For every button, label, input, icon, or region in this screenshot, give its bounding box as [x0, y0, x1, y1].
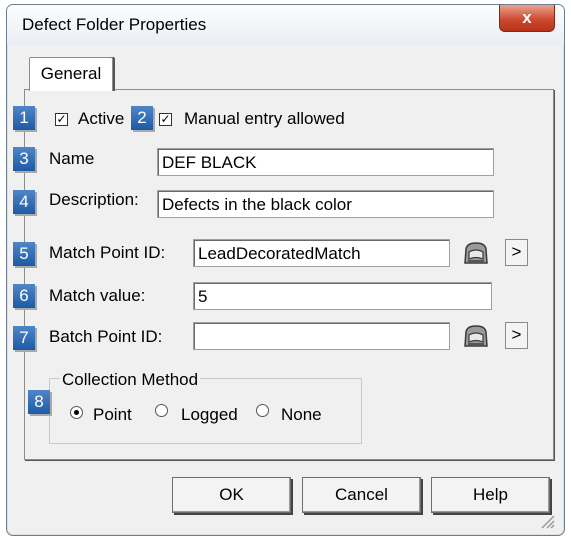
- tab-general[interactable]: General: [29, 57, 113, 91]
- manual-entry-label: Manual entry allowed: [184, 109, 345, 128]
- window-title: Defect Folder Properties: [22, 15, 207, 34]
- name-label: Name: [49, 149, 95, 168]
- badge-5: 5: [13, 242, 35, 266]
- help-button[interactable]: Help: [431, 477, 550, 513]
- collection-method-title: Collection Method: [60, 370, 201, 390]
- badge-7: 7: [13, 326, 35, 350]
- close-icon: x: [522, 8, 532, 27]
- cancel-button[interactable]: Cancel: [302, 477, 421, 513]
- ok-button[interactable]: OK: [172, 477, 291, 513]
- radio-none[interactable]: [256, 404, 269, 417]
- radio-point-label: Point: [93, 405, 132, 424]
- description-field[interactable]: Defects in the black color: [157, 190, 494, 218]
- active-checkbox[interactable]: ✓: [55, 113, 68, 126]
- manual-entry-checkbox[interactable]: ✓: [159, 113, 172, 126]
- batch-point-browse-button[interactable]: >: [505, 322, 528, 349]
- radio-none-label: None: [281, 405, 322, 424]
- badge-8: 8: [28, 390, 50, 414]
- badge-2: 2: [131, 106, 153, 130]
- description-label: Description:: [49, 190, 139, 209]
- batch-point-field[interactable]: [193, 322, 450, 350]
- match-point-picker-icon[interactable]: [462, 239, 490, 267]
- match-point-browse-button[interactable]: >: [505, 239, 528, 266]
- name-field[interactable]: DEF BLACK: [157, 148, 494, 176]
- match-value-label: Match value:: [49, 286, 146, 305]
- badge-6: 6: [13, 284, 35, 308]
- radio-logged[interactable]: [155, 404, 168, 417]
- radio-point[interactable]: [70, 406, 83, 419]
- radio-logged-label: Logged: [181, 405, 238, 424]
- close-button[interactable]: x: [499, 5, 555, 32]
- match-value-field[interactable]: 5: [193, 282, 492, 310]
- batch-point-picker-icon[interactable]: [462, 322, 490, 350]
- badge-3: 3: [13, 147, 35, 171]
- badge-1: 1: [13, 106, 35, 130]
- title-bar[interactable]: Defect Folder Properties x: [7, 5, 564, 45]
- match-point-field[interactable]: LeadDecoratedMatch: [193, 239, 450, 267]
- batch-point-label: Batch Point ID:: [49, 327, 163, 346]
- active-label: Active: [78, 109, 125, 128]
- match-point-label: Match Point ID:: [49, 243, 166, 262]
- badge-4: 4: [13, 190, 35, 214]
- resize-grip-icon[interactable]: [539, 513, 555, 529]
